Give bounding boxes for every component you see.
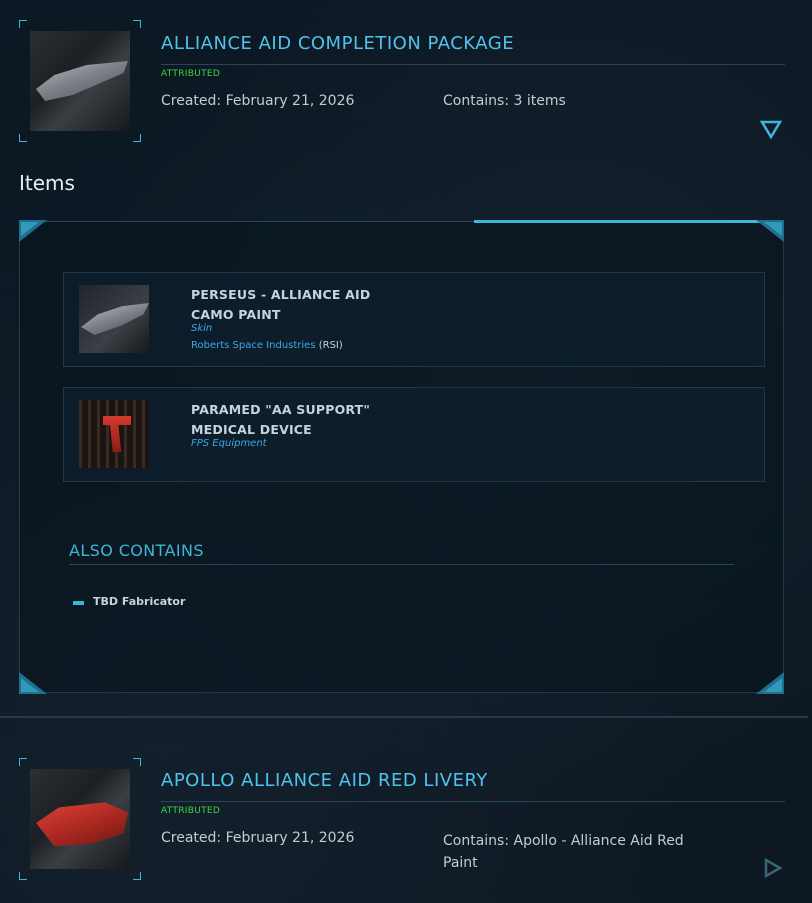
contains-line: Contains: Apollo - Alliance Aid Red xyxy=(443,833,684,849)
panel-corner-icon xyxy=(756,672,784,694)
package-thumbnail[interactable] xyxy=(19,758,141,880)
ship-render xyxy=(36,61,128,101)
item-manufacturer[interactable]: Roberts Space Industries (RSI) xyxy=(191,340,343,351)
frame-corner xyxy=(133,758,141,766)
frame-corner xyxy=(133,872,141,880)
triangle-right-icon[interactable] xyxy=(763,857,783,879)
item-name-line: PERSEUS - ALLIANCE AID xyxy=(191,287,371,302)
medical-device-render xyxy=(103,416,131,452)
package-thumbnail[interactable] xyxy=(19,20,141,142)
item-count: Contains: Apollo - Alliance Aid Red Pain… xyxy=(443,830,684,874)
item-type: FPS Equipment xyxy=(191,438,267,449)
panel-corner-icon xyxy=(19,220,47,242)
item-name-line: CAMO PAINT xyxy=(191,307,281,322)
contains-line: Paint xyxy=(443,855,478,871)
frame-corner xyxy=(19,20,27,28)
item-name-line: MEDICAL DEVICE xyxy=(191,422,312,437)
created-date: Created: February 21, 2026 xyxy=(161,93,355,109)
title-rule xyxy=(161,64,785,65)
red-ship-render xyxy=(36,802,128,847)
item-count: Contains: 3 items xyxy=(443,93,566,109)
ship-image xyxy=(30,769,130,869)
item-type: Skin xyxy=(191,323,213,334)
item-thumbnail xyxy=(79,400,149,468)
item-card[interactable]: PERSEUS - ALLIANCE AID CAMO PAINT Skin R… xyxy=(63,272,765,367)
ship-render xyxy=(81,303,149,335)
item-name-line: PARAMED "AA SUPPORT" xyxy=(191,402,371,417)
pledge-page: ALLIANCE AID COMPLETION PACKAGE ATTRIBUT… xyxy=(0,0,812,903)
frame-corner xyxy=(133,134,141,142)
frame-corner xyxy=(19,872,27,880)
manufacturer-name[interactable]: Roberts Space Industries xyxy=(191,340,316,351)
created-date: Created: February 21, 2026 xyxy=(161,830,355,846)
also-contains-heading: ALSO CONTAINS xyxy=(69,541,204,560)
frame-corner xyxy=(19,758,27,766)
package-title[interactable]: APOLLO ALLIANCE AID RED LIVERY xyxy=(161,770,488,791)
item-card[interactable]: PARAMED "AA SUPPORT" MEDICAL DEVICE FPS … xyxy=(63,387,765,482)
attributed-badge: ATTRIBUTED xyxy=(161,69,221,79)
item-name: PERSEUS - ALLIANCE AID CAMO PAINT xyxy=(191,285,370,325)
item-thumbnail xyxy=(79,285,149,353)
frame-corner xyxy=(133,20,141,28)
package-divider xyxy=(0,716,808,718)
panel-corner-icon xyxy=(19,672,47,694)
package-title[interactable]: ALLIANCE AID COMPLETION PACKAGE xyxy=(161,33,514,54)
also-contains-rule xyxy=(69,564,734,565)
attributed-badge: ATTRIBUTED xyxy=(161,806,221,816)
title-rule xyxy=(161,801,785,802)
frame-corner xyxy=(19,134,27,142)
items-heading: Items xyxy=(19,171,75,195)
bullet-icon xyxy=(73,601,84,605)
also-contains-item: TBD Fabricator xyxy=(93,595,186,608)
manufacturer-code: (RSI) xyxy=(318,340,343,351)
item-name: PARAMED "AA SUPPORT" MEDICAL DEVICE xyxy=(191,400,370,440)
triangle-down-icon[interactable] xyxy=(760,120,782,140)
panel-top-accent xyxy=(474,220,769,223)
panel-corner-icon xyxy=(756,220,784,242)
ship-image xyxy=(30,31,130,131)
